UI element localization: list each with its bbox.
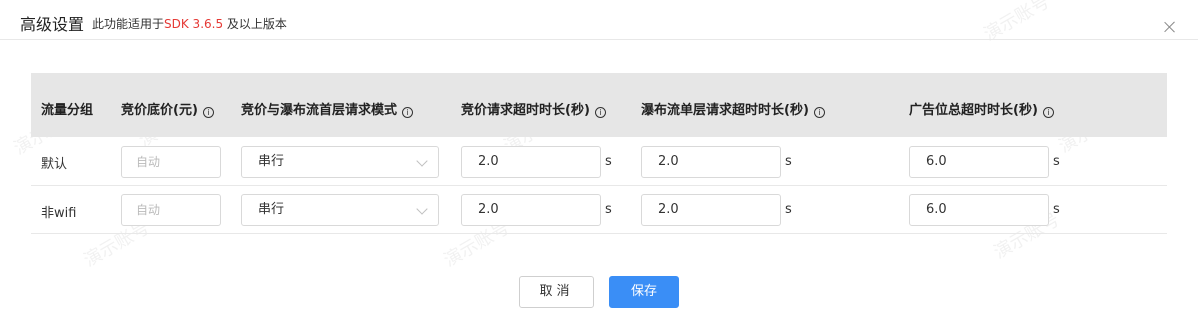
cancel-button[interactable]: 取消 <box>519 276 594 308</box>
waterfall-timeout-input[interactable]: 2.0 <box>641 146 781 178</box>
row-group-label: 默认 <box>41 157 68 172</box>
total-timeout-input[interactable]: 6.0 <box>909 194 1049 226</box>
unit-label: s <box>605 154 612 169</box>
unit-label: s <box>785 202 792 217</box>
floor-price-input[interactable]: 自动 <box>121 194 221 226</box>
info-icon[interactable]: i <box>813 107 825 118</box>
row-divider <box>31 233 1167 234</box>
header-waterfall-timeout: 瀑布流单层请求超时时长(秒) i <box>641 99 825 118</box>
request-mode-select[interactable]: 串行 <box>241 146 439 178</box>
header-floor-price: 竞价底价(元) i <box>121 99 214 118</box>
info-icon[interactable]: i <box>202 107 214 118</box>
unit-label: s <box>1053 202 1060 217</box>
header-total-timeout: 广告位总超时时长(秒) i <box>909 99 1054 118</box>
waterfall-timeout-input[interactable]: 2.0 <box>641 194 781 226</box>
floor-price-input[interactable]: 自动 <box>121 146 221 178</box>
chevron-down-icon <box>416 203 428 215</box>
bid-timeout-input[interactable]: 2.0 <box>461 194 601 226</box>
row-group-label: 非wifi <box>41 206 77 221</box>
dialog-subtitle: 此功能适用于SDK 3.6.5 及以上版本 <box>92 17 287 31</box>
info-icon[interactable]: i <box>1042 107 1054 118</box>
table-header: 流量分组 竞价底价(元) i 竞价与瀑布流首层请求模式 i 竞价请求超时时长(秒) i… <box>31 73 1167 137</box>
dialog-title: 高级设置 <box>20 15 85 34</box>
request-mode-select[interactable]: 串行 <box>241 194 439 226</box>
row-divider <box>31 185 1167 186</box>
save-button[interactable]: 保存 <box>609 276 679 308</box>
info-icon[interactable]: i <box>402 107 414 118</box>
header-request-mode: 竞价与瀑布流首层请求模式 i <box>241 99 414 118</box>
header-traffic-group: 流量分组 <box>41 103 94 118</box>
info-icon[interactable]: i <box>594 107 606 118</box>
unit-label: s <box>785 154 792 169</box>
chevron-down-icon <box>416 155 428 167</box>
total-timeout-input[interactable]: 6.0 <box>909 146 1049 178</box>
sdk-version: SDK 3.6.5 <box>164 17 224 31</box>
bid-timeout-input[interactable]: 2.0 <box>461 146 601 178</box>
dialog-header: 高级设置 此功能适用于SDK 3.6.5 及以上版本 <box>0 0 1198 40</box>
header-bid-timeout: 竞价请求超时时长(秒) i <box>461 99 606 118</box>
unit-label: s <box>1053 154 1060 169</box>
close-icon[interactable] <box>1163 20 1177 34</box>
unit-label: s <box>605 202 612 217</box>
